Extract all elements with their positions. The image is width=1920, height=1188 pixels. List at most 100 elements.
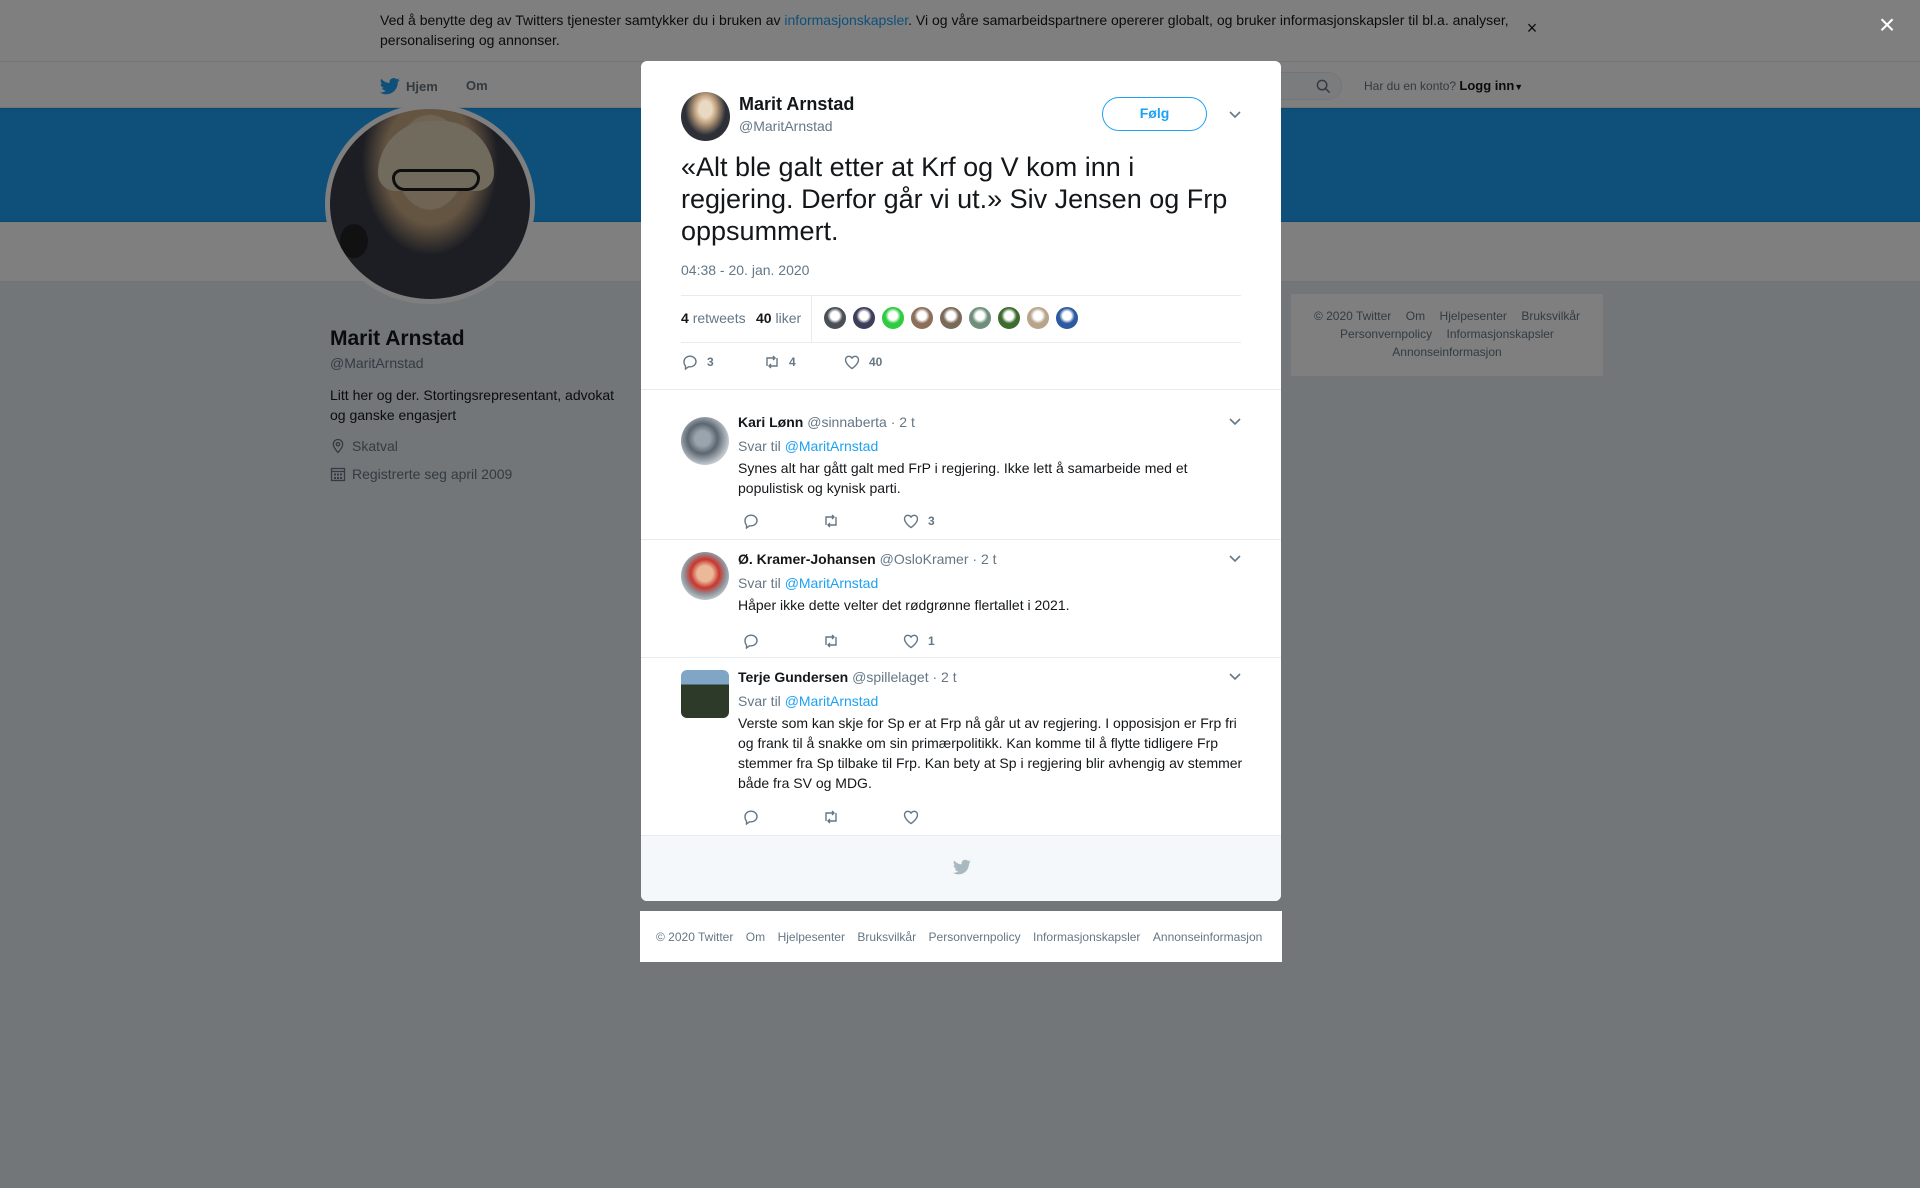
chevron-down-icon[interactable] — [1227, 416, 1243, 428]
footer-copyright: © 2020 Twitter — [656, 930, 734, 944]
reply-tweet[interactable]: Kari Lønn @sinnaberta · 2 t Svar til @Ma… — [641, 389, 1281, 530]
reply-to: Svar til @MaritArnstad — [738, 574, 878, 592]
reply-header: Terje Gundersen @spillelaget · 2 t — [738, 668, 957, 686]
retweet-button[interactable] — [822, 632, 902, 650]
footer-terms[interactable]: Bruksvilkår — [857, 930, 916, 944]
reply-to-mention[interactable]: @MaritArnstad — [785, 575, 879, 591]
liker-avatar[interactable] — [823, 306, 847, 330]
retweet-button[interactable]: 4 — [763, 353, 843, 371]
retweet-icon — [825, 634, 837, 648]
like-button[interactable]: 40 — [843, 353, 882, 371]
footer-privacy[interactable]: Personvernpolicy — [929, 930, 1021, 944]
bottom-footer: © 2020 Twitter Om Hjelpesenter Bruksvilk… — [640, 911, 1282, 962]
footer-about[interactable]: Om — [746, 930, 765, 944]
reply-button[interactable] — [742, 632, 822, 650]
like-button[interactable]: 3 — [902, 512, 935, 530]
reply-count: 3 — [707, 355, 714, 369]
reply-icon — [744, 514, 758, 530]
follow-button[interactable]: Følg — [1102, 97, 1207, 131]
reply-text: Håper ikke dette velter det rødgrønne fl… — [738, 597, 1070, 613]
like-count: 3 — [928, 514, 935, 528]
reply-icon — [744, 634, 758, 650]
reply-text: Verste som kan skje for Sp er at Frp nå … — [738, 715, 1243, 791]
reply-author-avatar[interactable] — [681, 552, 729, 600]
reply-to-label: Svar til — [738, 575, 781, 591]
like-button[interactable] — [902, 808, 928, 826]
reply-tweet[interactable]: Terje Gundersen @spillelaget · 2 t Svar … — [641, 657, 1281, 835]
tweet-text: «Alt ble galt etter at Krf og V kom inn … — [681, 152, 1228, 246]
heart-icon — [903, 514, 919, 529]
liker-avatar[interactable] — [968, 306, 992, 330]
retweets-count: 4 — [681, 310, 689, 326]
reply-author-name[interactable]: Kari Lønn — [738, 414, 803, 430]
reply-to-label: Svar til — [738, 438, 781, 454]
liker-avatar[interactable] — [939, 306, 963, 330]
footer-ads[interactable]: Annonseinformasjon — [1153, 930, 1262, 944]
liker-avatars — [823, 306, 1084, 330]
heart-icon — [903, 810, 919, 825]
tweet-actions: 3 4 40 — [681, 353, 882, 371]
stats-divider — [811, 296, 812, 342]
heart-icon — [844, 355, 860, 370]
modal-close-button[interactable]: × — [1874, 11, 1900, 39]
retweet-icon — [825, 810, 837, 824]
reply-button[interactable] — [742, 512, 822, 530]
liker-avatar[interactable] — [910, 306, 934, 330]
like-count: 1 — [928, 634, 935, 648]
chevron-down-icon[interactable] — [1227, 553, 1243, 565]
twitter-bird-icon — [952, 859, 971, 875]
tweet-timestamp[interactable]: 04:38 - 20. jan. 2020 — [681, 261, 809, 279]
reply-author-handle[interactable]: @spillelaget — [852, 669, 928, 685]
reply-actions — [742, 808, 928, 826]
reply-tweet[interactable]: Ø. Kramer-Johansen @OsloKramer · 2 t Sva… — [641, 539, 1281, 657]
reply-icon — [744, 810, 758, 826]
reply-time[interactable]: · 2 t — [972, 551, 996, 567]
retweets-label: retweets — [692, 310, 746, 326]
tweet-author-name[interactable]: Marit Arnstad — [739, 93, 854, 115]
likes-count: 40 — [756, 310, 772, 326]
reply-to: Svar til @MaritArnstad — [738, 692, 878, 710]
likes-stat[interactable]: 40 liker — [756, 309, 801, 327]
reply-button[interactable] — [742, 808, 822, 826]
chevron-down-icon[interactable] — [1227, 109, 1243, 121]
reply-actions: 1 — [742, 632, 935, 650]
retweet-icon — [825, 514, 837, 528]
reply-author-avatar[interactable] — [681, 670, 729, 718]
reply-to-mention[interactable]: @MaritArnstad — [785, 693, 879, 709]
reply-header: Kari Lønn @sinnaberta · 2 t — [738, 413, 915, 431]
retweet-button[interactable] — [822, 808, 902, 826]
liker-avatar[interactable] — [997, 306, 1021, 330]
reply-author-handle[interactable]: @sinnaberta — [807, 414, 887, 430]
reply-header: Ø. Kramer-Johansen @OsloKramer · 2 t — [738, 550, 997, 568]
reply-author-avatar[interactable] — [681, 417, 729, 465]
liker-avatar[interactable] — [1055, 306, 1079, 330]
tweet-author-avatar[interactable] — [681, 92, 730, 141]
reply-text: Synes alt har gått galt med FrP i regjer… — [738, 460, 1188, 496]
tweet-stats: 4 retweets 40 liker — [681, 295, 1241, 343]
like-button[interactable]: 1 — [902, 632, 935, 650]
reply-icon — [683, 355, 697, 371]
liker-avatar[interactable] — [881, 306, 905, 330]
heart-icon — [903, 634, 919, 649]
modal-footer — [641, 835, 1281, 901]
reply-to-label: Svar til — [738, 693, 781, 709]
reply-actions: 3 — [742, 512, 935, 530]
footer-cookies[interactable]: Informasjonskapsler — [1033, 930, 1140, 944]
retweet-icon — [766, 355, 778, 369]
reply-author-name[interactable]: Terje Gundersen — [738, 669, 848, 685]
reply-to-mention[interactable]: @MaritArnstad — [785, 438, 879, 454]
chevron-down-icon[interactable] — [1227, 671, 1243, 683]
reply-button[interactable]: 3 — [681, 353, 763, 371]
reply-time[interactable]: · 2 t — [891, 414, 915, 430]
reply-author-handle[interactable]: @OsloKramer — [880, 551, 969, 567]
retweets-stat[interactable]: 4 retweets — [681, 309, 746, 327]
liker-avatar[interactable] — [852, 306, 876, 330]
reply-to: Svar til @MaritArnstad — [738, 437, 878, 455]
tweet-author-handle[interactable]: @MaritArnstad — [739, 117, 833, 135]
reply-author-name[interactable]: Ø. Kramer-Johansen — [738, 551, 876, 567]
reply-time[interactable]: · 2 t — [932, 669, 956, 685]
likes-label: liker — [775, 310, 802, 326]
liker-avatar[interactable] — [1026, 306, 1050, 330]
retweet-button[interactable] — [822, 512, 902, 530]
footer-help[interactable]: Hjelpesenter — [778, 930, 845, 944]
